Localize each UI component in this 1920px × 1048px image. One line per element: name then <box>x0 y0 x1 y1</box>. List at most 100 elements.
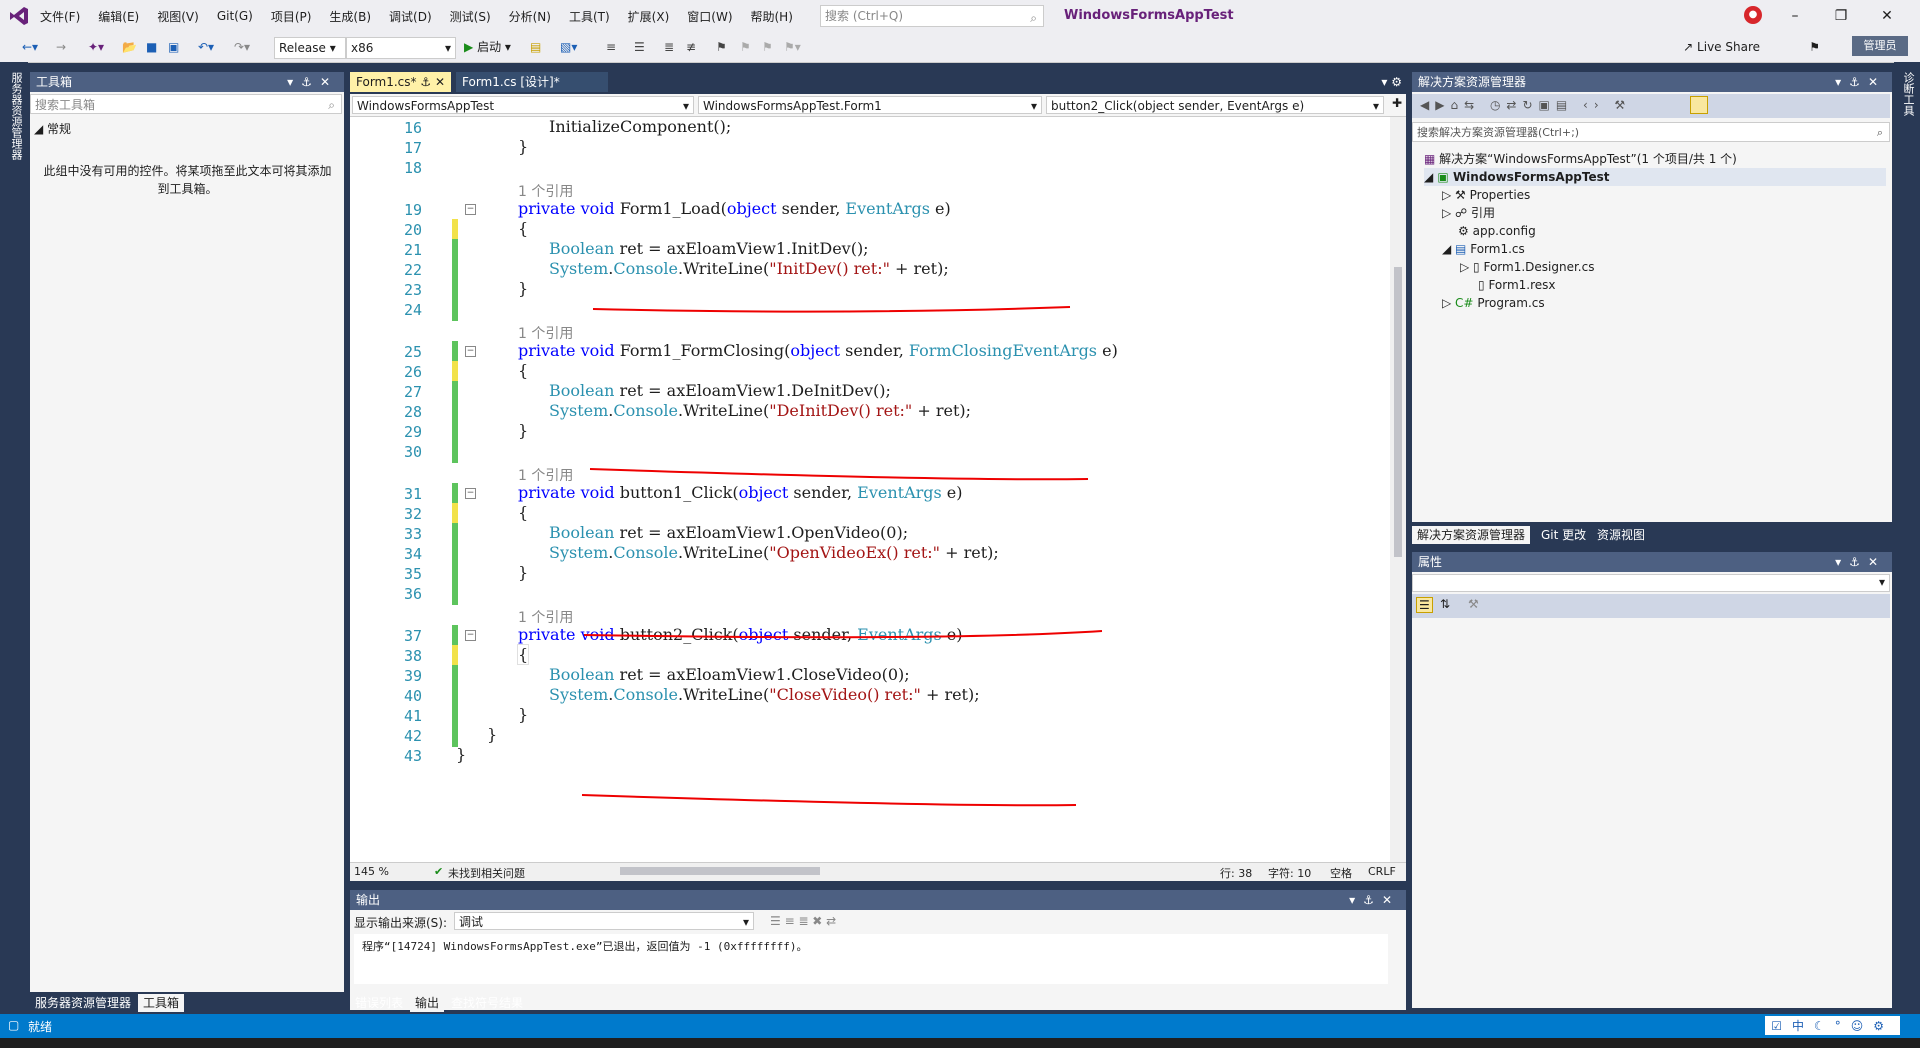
menu-edit[interactable]: 编辑(E) <box>98 8 139 25</box>
tab-resource-view[interactable]: 资源视图 <box>1592 526 1650 544</box>
horizontal-scrollbar[interactable] <box>620 867 820 875</box>
eol-indicator[interactable]: CRLF <box>1368 865 1396 878</box>
configuration-select[interactable]: Release ▾ <box>274 37 346 59</box>
panel-controls-icon[interactable]: ▾⚓✕ <box>1349 890 1400 910</box>
property-pages-icon[interactable]: ⚒ <box>1468 597 1479 611</box>
format-icon[interactable]: ☰ <box>634 37 645 57</box>
line-indicator: 行: 38 <box>1220 867 1253 880</box>
tree-form1-designer[interactable]: ▷ ▯ Form1.Designer.cs <box>1460 258 1594 276</box>
platform-select[interactable]: x86 ▾ <box>346 37 456 59</box>
tab-output[interactable]: 输出 <box>410 994 445 1012</box>
code-editor[interactable]: 16 InitializeComponent(); 17} 18 1 个引用 19− pri… <box>350 117 1406 862</box>
clear-bookmarks-icon[interactable]: ⚑▾ <box>784 37 801 57</box>
issues-label[interactable]: 未找到相关问题 <box>448 865 525 881</box>
tab-form1-designer[interactable]: Form1.cs [设计]* <box>456 72 608 92</box>
visual-studio-logo-icon[interactable] <box>8 5 30 27</box>
properties-object-select[interactable]: ▾ <box>1412 574 1890 592</box>
tree-form1[interactable]: ◢ ▤ Form1.cs <box>1442 240 1525 258</box>
menu-file[interactable]: 文件(F) <box>40 8 80 25</box>
server-explorer-rail-tab[interactable]: 服务器资源管理器 <box>8 72 24 160</box>
menu-view[interactable]: 视图(V) <box>157 8 199 25</box>
panel-controls-icon[interactable]: ▾⚓✕ <box>1835 72 1886 92</box>
next-bookmark-icon[interactable]: ⚑ <box>762 37 773 57</box>
tab-find-symbol[interactable]: 查找符号结果 <box>446 994 528 1012</box>
comment-icon[interactable]: ≣ <box>664 37 674 57</box>
folder-icon[interactable]: ▤ <box>530 37 541 57</box>
output-toolbar-icons[interactable]: ☰ ≡ ≣ ✖ ⇄ <box>770 914 836 928</box>
class-dropdown[interactable]: WindowsFormsAppTest.Form1 ▾ <box>698 96 1042 114</box>
alphabetical-icon[interactable]: ⇅ <box>1440 597 1450 611</box>
search-input[interactable]: 搜索 (Ctrl+Q) ⌕ <box>820 5 1044 27</box>
toolbox-search-input[interactable]: 搜索工具箱 ⌕ <box>30 94 342 114</box>
diagnostic-tools-tab[interactable]: 诊断工具 <box>1900 72 1916 116</box>
tab-toolbox[interactable]: 工具箱 <box>138 994 185 1012</box>
solution-toolbar-icons[interactable]: ◀▶⌂⇆ ◷⇄↻▣▤ ‹› ⚒ <box>1420 98 1631 112</box>
feedback-icon[interactable]: ⚑ <box>1809 37 1820 57</box>
toolbox-search-placeholder: 搜索工具箱 <box>35 98 96 112</box>
tab-overflow-icon[interactable]: ▾ ⚙ <box>1375 72 1408 92</box>
close-icon[interactable]: ✕ <box>435 75 445 89</box>
menu-help[interactable]: 帮助(H) <box>751 8 793 25</box>
zoom-select[interactable]: 145 % <box>354 865 389 878</box>
whitespace-indicator[interactable]: 空格 <box>1330 865 1352 881</box>
restore-icon[interactable]: ❐ <box>1818 8 1864 24</box>
chevron-down-icon: ▾ <box>682 99 689 113</box>
menu-tools[interactable]: 工具(T) <box>569 8 610 25</box>
project-dropdown[interactable]: WindowsFormsAppTest ▾ <box>352 96 694 114</box>
new-project-icon[interactable]: ✦▾ <box>88 37 104 57</box>
close-icon[interactable]: ✕ <box>1864 8 1910 24</box>
undo-icon[interactable]: ↶▾ <box>198 37 214 57</box>
solution-search-input[interactable]: 搜索解决方案资源管理器(Ctrl+;) ⌕ <box>1412 122 1890 142</box>
tab-server-explorer[interactable]: 服务器资源管理器 <box>30 994 136 1012</box>
align-icon[interactable]: ≡ <box>606 37 616 57</box>
avatar[interactable]: ● <box>1744 6 1762 24</box>
tree-form1-resx[interactable]: ▯ Form1.resx <box>1478 276 1556 294</box>
split-icon[interactable]: ✚ <box>1392 96 1402 110</box>
redo-icon[interactable]: ↷▾ <box>234 37 250 57</box>
tree-form1-designer-label: Form1.Designer.cs <box>1483 260 1595 274</box>
properties-pin-icon[interactable] <box>1690 96 1708 114</box>
minimize-icon[interactable]: – <box>1772 8 1818 24</box>
save-icon[interactable]: ■ <box>146 37 157 57</box>
tree-program[interactable]: ▷ C# Program.cs <box>1442 294 1545 312</box>
tree-project[interactable]: ◢ ▣ WindowsFormsAppTest <box>1424 168 1886 186</box>
open-icon[interactable]: 📂 <box>122 37 137 57</box>
tab-git-changes[interactable]: Git 更改 <box>1536 526 1591 544</box>
prev-bookmark-icon[interactable]: ⚑ <box>740 37 751 57</box>
menu-build[interactable]: 生成(B) <box>329 8 371 25</box>
bookmark-icon[interactable]: ⚑ <box>716 37 727 57</box>
output-text[interactable]: 程序“[14724] WindowsFormsAppTest.exe”已退出，返… <box>354 934 1388 984</box>
tab-error-list[interactable]: 错误列表 <box>350 994 408 1012</box>
forward-icon[interactable]: → <box>56 37 66 57</box>
ime-toolbar-icons[interactable]: ☑中☾°☺⚙ <box>1765 1016 1900 1035</box>
tab-solution-explorer[interactable]: 解决方案资源管理器 <box>1412 526 1531 544</box>
tree-app-config[interactable]: ⚙ app.config <box>1458 222 1536 240</box>
tab-form1-cs[interactable]: Form1.cs* ⚓ ✕ <box>350 72 452 92</box>
member-dropdown[interactable]: button2_Click(object sender, EventArgs e… <box>1046 96 1384 114</box>
menu-project[interactable]: 项目(P) <box>271 8 312 25</box>
menu-extensions[interactable]: 扩展(X) <box>628 8 670 25</box>
vertical-scrollbar[interactable] <box>1390 117 1406 862</box>
menu-test[interactable]: 测试(S) <box>450 8 491 25</box>
tree-form1-resx-label: Form1.resx <box>1488 278 1556 292</box>
toolbox-group[interactable]: ◢ 常规 <box>34 120 71 137</box>
panel-controls-icon[interactable]: ▾⚓✕ <box>1835 552 1886 572</box>
tree-properties[interactable]: ▷ ⚒ Properties <box>1442 186 1530 204</box>
menu-analyze[interactable]: 分析(N) <box>509 8 551 25</box>
tree-references[interactable]: ▷ ☍ 引用 <box>1442 204 1495 222</box>
uncomment-icon[interactable]: ≢ <box>686 37 696 57</box>
menu-git[interactable]: Git(G) <box>217 9 253 23</box>
categorized-icon[interactable]: ☰ <box>1416 597 1433 613</box>
scroll-thumb[interactable] <box>1394 267 1402 557</box>
screenshot-icon[interactable]: ▧▾ <box>560 37 577 57</box>
start-button[interactable]: ▶ 启动 ▾ <box>464 37 511 57</box>
output-source-select[interactable]: 调试 ▾ <box>454 912 754 930</box>
save-all-icon[interactable]: ▣ <box>168 37 179 57</box>
menu-debug[interactable]: 调试(D) <box>389 8 432 25</box>
menu-window[interactable]: 窗口(W) <box>687 8 732 25</box>
back-icon[interactable]: ←▾ <box>22 37 38 57</box>
pin-icon[interactable]: ⚓ <box>420 75 431 89</box>
live-share-button[interactable]: ↗ Live Share <box>1683 37 1760 57</box>
tree-solution[interactable]: ▦ 解决方案“WindowsFormsAppTest”(1 个项目/共 1 个) <box>1424 150 1737 168</box>
panel-controls-icon[interactable]: ▾⚓✕ <box>287 72 338 92</box>
